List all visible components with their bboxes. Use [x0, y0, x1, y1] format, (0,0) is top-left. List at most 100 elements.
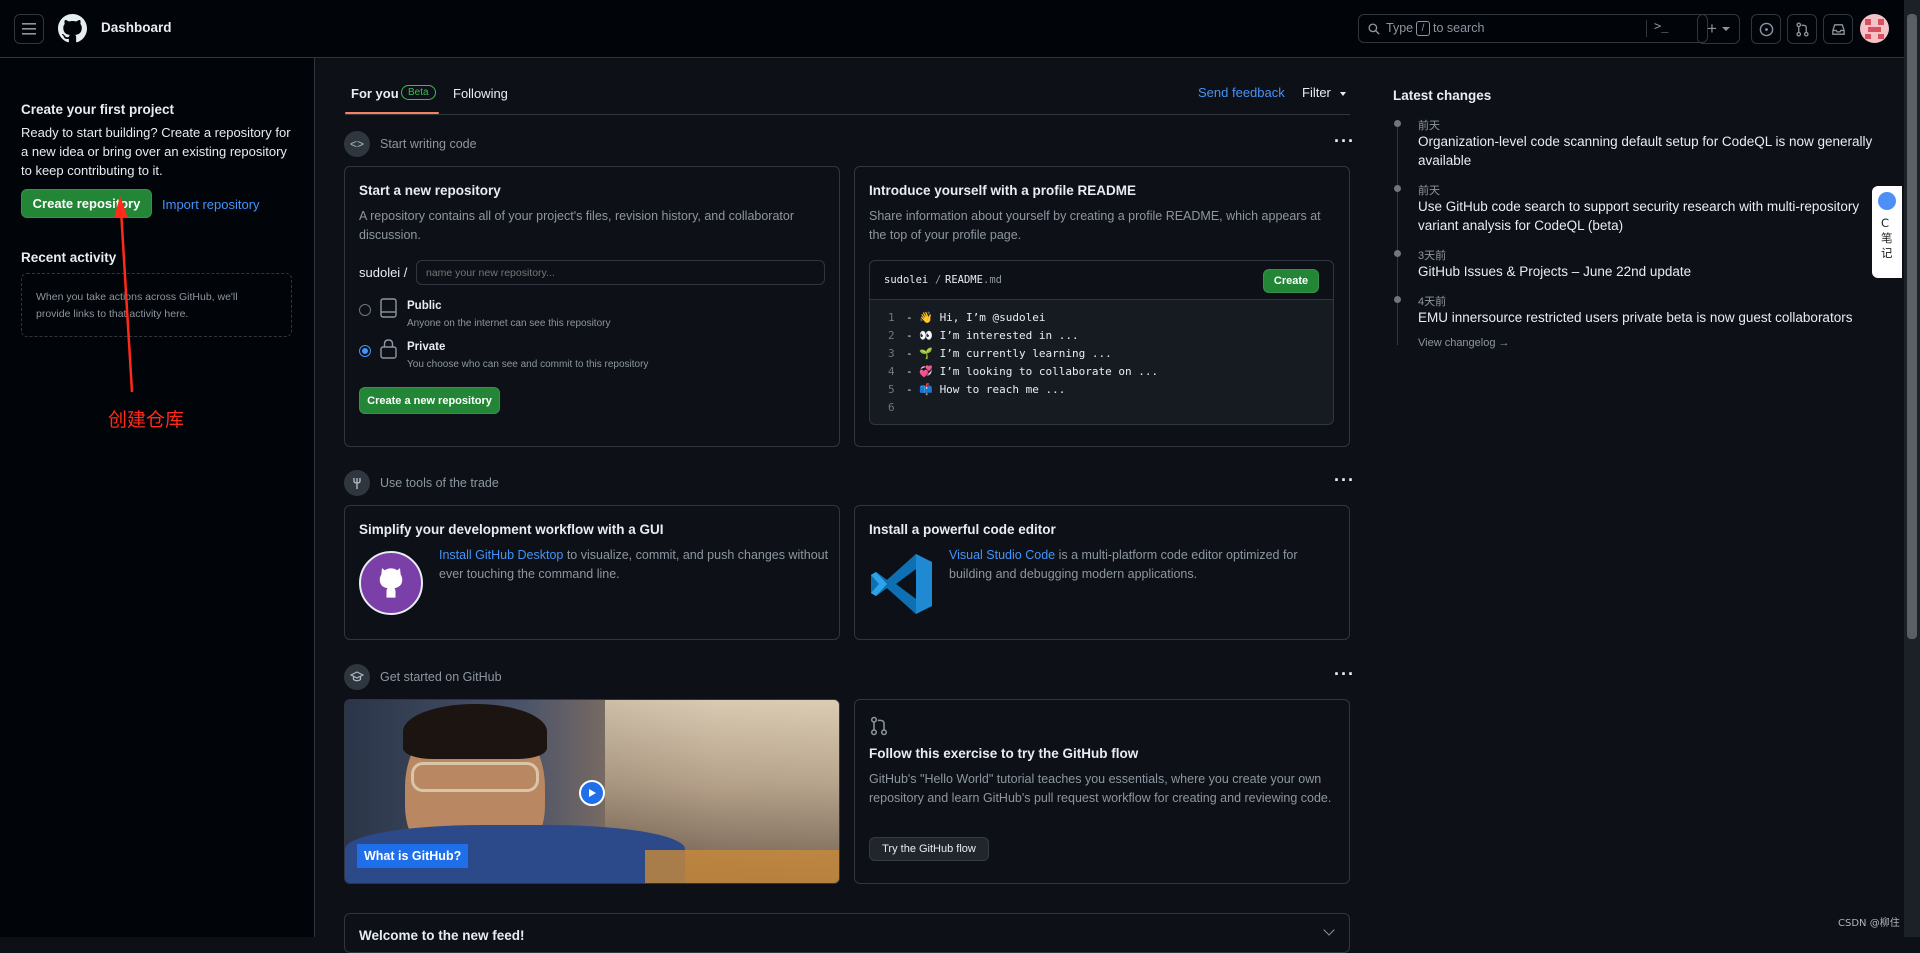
send-feedback-link[interactable]: Send feedback	[1198, 85, 1285, 100]
watermark: CSDN @柳住	[1838, 918, 1900, 929]
lock-icon	[380, 339, 397, 359]
user-avatar[interactable]	[1860, 14, 1889, 43]
private-label: Private	[407, 341, 446, 353]
caret-down-icon	[1339, 91, 1346, 96]
new-repository-card: Start a new repository A repository cont…	[344, 166, 840, 447]
readme-create-button[interactable]: Create	[1263, 269, 1319, 293]
readme-editor: sudolei / README .md Create 1- 👋 Hi, I’m…	[869, 260, 1334, 425]
inbox-button[interactable]	[1823, 14, 1853, 44]
github-desktop-title: Simplify your development workflow with …	[359, 522, 664, 537]
play-icon	[589, 789, 596, 797]
change-link[interactable]: EMU innersource restricted users private…	[1418, 308, 1888, 327]
profile-readme-card: Introduce yourself with a profile README…	[854, 166, 1350, 447]
plus-icon: +	[1707, 19, 1717, 38]
tools-icon	[344, 470, 370, 496]
section-get-started: Get started on GitHub	[380, 670, 502, 684]
readme-path-user: sudolei	[884, 274, 929, 286]
private-description: You choose who can see and commit to thi…	[407, 359, 649, 370]
github-flow-title: Follow this exercise to try the GitHub f…	[869, 746, 1139, 761]
page-scrollbar[interactable]	[1904, 0, 1920, 937]
timeline-dot	[1394, 296, 1401, 303]
code-line: 4- 💞️ I’m looking to collaborate on ...	[888, 365, 1159, 378]
video-caption: What is GitHub?	[357, 844, 469, 868]
issues-button[interactable]	[1751, 14, 1781, 44]
create-new-button[interactable]: +	[1697, 14, 1740, 44]
vscode-logo-icon	[871, 554, 932, 614]
github-flow-description: GitHub's "Hello World" tutorial teaches …	[869, 772, 1332, 805]
radio-private[interactable]	[359, 345, 371, 357]
issue-opened-icon	[1759, 22, 1773, 36]
git-pull-request-icon	[871, 716, 887, 736]
what-is-github-video[interactable]: What is GitHub?	[344, 699, 840, 884]
search-key-hint: /	[1416, 21, 1430, 36]
readme-path-file: README	[945, 274, 983, 286]
kebab-horizontal-icon[interactable]: ···	[1334, 664, 1355, 685]
pull-requests-button[interactable]	[1787, 14, 1817, 44]
change-link[interactable]: Organization-level code scanning default…	[1418, 132, 1888, 170]
change-link[interactable]: GitHub Issues & Projects – June 22nd upd…	[1418, 262, 1888, 281]
timeline-dot	[1394, 250, 1401, 257]
timeline-dot	[1394, 185, 1401, 192]
video-person-glasses	[411, 762, 539, 792]
welcome-feed-card: Welcome to the new feed!	[344, 913, 1350, 953]
caret-down-icon	[1721, 27, 1730, 31]
welcome-feed-title: Welcome to the new feed!	[359, 928, 525, 943]
change-date: 前天	[1418, 185, 1440, 197]
chevron-down-icon[interactable]	[1323, 924, 1335, 936]
kebab-horizontal-icon[interactable]: ···	[1334, 131, 1355, 152]
create-new-repository-button[interactable]: Create a new repository	[359, 387, 500, 414]
try-github-flow-button[interactable]: Try the GitHub flow	[869, 837, 989, 861]
mortar-board-icon	[344, 664, 370, 690]
install-github-desktop-link[interactable]: Install GitHub Desktop	[439, 548, 563, 562]
new-repository-description: A repository contains all of your projec…	[359, 209, 794, 242]
tab-following[interactable]: Following	[453, 86, 508, 101]
code-line: 3- 🌱 I’m currently learning ...	[888, 347, 1112, 360]
command-palette-icon[interactable]: >_	[1654, 19, 1668, 33]
beta-badge: Beta	[401, 85, 436, 100]
repo-owner: sudolei /	[359, 265, 408, 280]
visual-studio-code-link[interactable]: Visual Studio Code	[949, 548, 1055, 562]
csdn-widget-logo	[1878, 192, 1896, 210]
timeline-dot	[1394, 120, 1401, 127]
video-person-hair	[403, 704, 547, 759]
new-repository-title: Start a new repository	[359, 183, 501, 198]
video-table	[645, 850, 839, 883]
change-link[interactable]: Use GitHub code search to support securi…	[1418, 197, 1888, 235]
code-editor-card: Install a powerful code editor Visual St…	[854, 505, 1350, 640]
timeline-line	[1397, 120, 1398, 345]
change-date: 3天前	[1418, 250, 1447, 262]
kebab-horizontal-icon[interactable]: ···	[1334, 470, 1355, 491]
github-desktop-card: Simplify your development workflow with …	[344, 505, 840, 640]
search-box[interactable]: Type / to search >_	[1358, 14, 1708, 43]
public-label: Public	[407, 300, 442, 312]
tabs-border	[345, 114, 1350, 115]
code-line: 6	[888, 401, 895, 414]
radio-public[interactable]	[359, 304, 371, 316]
section-start-writing: Start writing code	[380, 137, 477, 151]
filter-label: Filter	[1302, 85, 1331, 100]
latest-changes-heading: Latest changes	[1393, 88, 1492, 103]
github-desktop-logo	[359, 551, 423, 615]
csdn-side-widget[interactable]: C笔记	[1872, 186, 1902, 278]
code-line: 5- 📫 How to reach me ...	[888, 383, 1066, 396]
search-icon	[1368, 23, 1380, 35]
scrollbar-thumb[interactable]	[1907, 14, 1917, 639]
code-editor-title: Install a powerful code editor	[869, 522, 1056, 537]
repo-icon	[380, 298, 397, 318]
code-line: 1- 👋 Hi, I’m @sudolei	[888, 311, 1046, 324]
github-desktop-text: Install GitHub Desktop to visualize, com…	[439, 546, 829, 584]
github-flow-card: Follow this exercise to try the GitHub f…	[854, 699, 1350, 884]
change-date: 前天	[1418, 120, 1440, 132]
code-icon: <>	[344, 131, 370, 157]
profile-readme-description: Share information about yourself by crea…	[869, 209, 1321, 242]
radio-private-dot	[362, 348, 368, 354]
repository-name-input[interactable]	[416, 260, 825, 285]
annotation-arrow	[114, 196, 134, 393]
change-date: 4天前	[1418, 296, 1447, 308]
view-changelog-link[interactable]: View changelog →	[1418, 337, 1510, 349]
filter-button[interactable]: Filter	[1302, 85, 1346, 100]
play-button[interactable]	[579, 780, 605, 806]
readme-editor-header: sudolei / README .md Create	[870, 261, 1333, 300]
csdn-widget-label: C笔记	[1881, 216, 1893, 260]
git-pull-request-icon	[1795, 21, 1809, 37]
